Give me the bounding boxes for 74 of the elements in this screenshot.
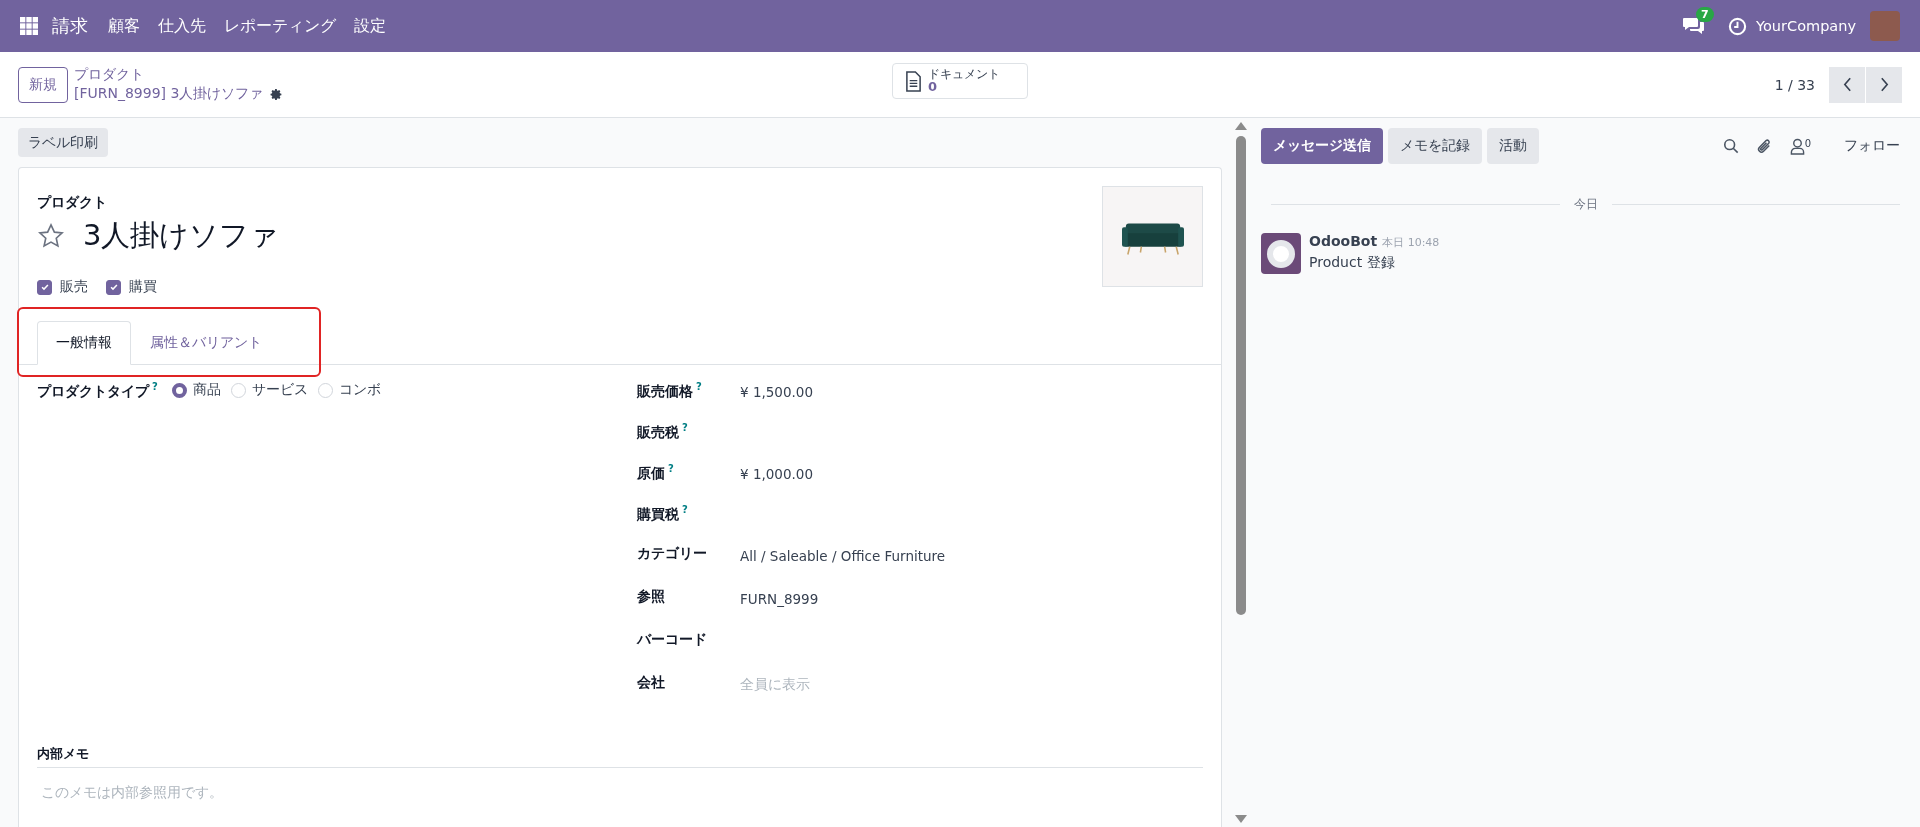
field-label: 購買税 $^{?}$ [637, 504, 689, 524]
app-title[interactable]: 請求 [52, 14, 88, 38]
product-image[interactable] [1102, 186, 1203, 287]
radio-label: 商品 [192, 381, 221, 399]
chevron-left-icon [1842, 77, 1852, 92]
field-value[interactable]: All / Saleable / Office Furniture [740, 545, 946, 564]
apps-menu-icon[interactable] [20, 17, 38, 35]
breadcrumb-link[interactable]: プロダクト [74, 66, 284, 84]
star-icon[interactable] [37, 222, 65, 250]
help-tooltip[interactable]: ? [668, 463, 674, 474]
field-label: 販売税 $^{?}$ [637, 422, 689, 442]
chevron-right-icon [1879, 77, 1889, 92]
person-icon[interactable] [1789, 137, 1805, 155]
help-tooltip[interactable]: ? [152, 381, 158, 392]
next-button[interactable] [1866, 66, 1902, 103]
documents-button[interactable]: ドキュメント 0 [892, 63, 1028, 99]
field-caption: プロダクト [37, 194, 108, 212]
message-time: 本日 10:48 [1382, 235, 1440, 250]
paperclip-icon[interactable] [1755, 136, 1773, 156]
field-label: 参照 [637, 588, 666, 606]
help-tooltip[interactable]: ? [696, 381, 702, 392]
radio-label: コンボ [338, 381, 381, 399]
documents-label: ドキュメント [928, 67, 1000, 81]
message-text: Product 登録 [1309, 254, 1396, 272]
radio-label: サービス [251, 381, 308, 399]
product-name: 3人掛けソファ [83, 217, 280, 254]
chat-icon[interactable] [1682, 16, 1707, 36]
previous-button[interactable] [1829, 66, 1865, 103]
new-button[interactable]: 新規 [18, 66, 68, 103]
field-label: 会社 [637, 674, 666, 692]
company-name[interactable]: YourCompany [1756, 18, 1856, 34]
field-value[interactable]: ¥ 1,500.00 [740, 381, 813, 400]
follower-count: 0 [1804, 137, 1811, 149]
field-label: カテゴリー [637, 545, 708, 563]
search-icon[interactable] [1722, 138, 1739, 154]
message-author: OdooBot [1309, 233, 1378, 249]
checkbox[interactable] [106, 279, 121, 295]
message-count-badge: 7 [1696, 7, 1714, 22]
bot-avatar [1261, 233, 1301, 274]
menu-item[interactable]: 仕入先 [158, 15, 206, 37]
field-value[interactable]: ¥ 1,000.00 [740, 463, 813, 482]
checkbox[interactable] [37, 279, 52, 295]
checkmark-icon [39, 282, 50, 292]
field-value[interactable]: FURN_8999 [740, 588, 819, 607]
checkbox-label: 購買 [129, 278, 157, 296]
menu-item[interactable]: 設定 [354, 15, 386, 37]
radio-button[interactable] [171, 382, 187, 398]
follow-button[interactable]: フォロー [1844, 137, 1900, 155]
menu-item[interactable]: 顧客 [108, 15, 140, 37]
checkbox-label: 販売 [60, 278, 88, 296]
chatter-button[interactable]: 活動 [1487, 128, 1539, 164]
field-label: プロダクトタイプ $^{?}$ [37, 381, 158, 401]
field-label: 原価 $^{?}$ [637, 463, 675, 483]
tab[interactable]: 属性＆バリアント [131, 321, 281, 365]
print-labels-button[interactable]: ラベル印刷 [18, 128, 108, 157]
section-title: 内部メモ [37, 745, 1203, 768]
chatter-button[interactable]: メモを記録 [1388, 128, 1482, 164]
input-field[interactable]: 全員に表示 [740, 674, 940, 694]
menu-item[interactable]: レポーティング [224, 15, 336, 37]
pager-value: 1 / 33 [1774, 76, 1815, 93]
documents-count: 0 [928, 80, 938, 95]
chatter-button[interactable]: メッセージ送信 [1261, 128, 1383, 164]
field-label: バーコード [637, 631, 708, 649]
clock-icon[interactable] [1728, 16, 1748, 36]
notes-field[interactable]: このメモは内部参照用です。 [37, 784, 1203, 824]
record-title: [FURN_8999] 3人掛けソファ [74, 85, 264, 103]
field-label: 販売価格 $^{?}$ [637, 381, 703, 401]
checkmark-icon [108, 282, 119, 292]
help-tooltip[interactable]: ? [682, 504, 688, 515]
help-tooltip[interactable]: ? [682, 422, 688, 433]
document-icon [905, 70, 922, 92]
tab[interactable]: 一般情報 [37, 321, 131, 365]
date-separator: 今日 [1573, 196, 1598, 213]
settings-icon[interactable] [270, 87, 284, 101]
